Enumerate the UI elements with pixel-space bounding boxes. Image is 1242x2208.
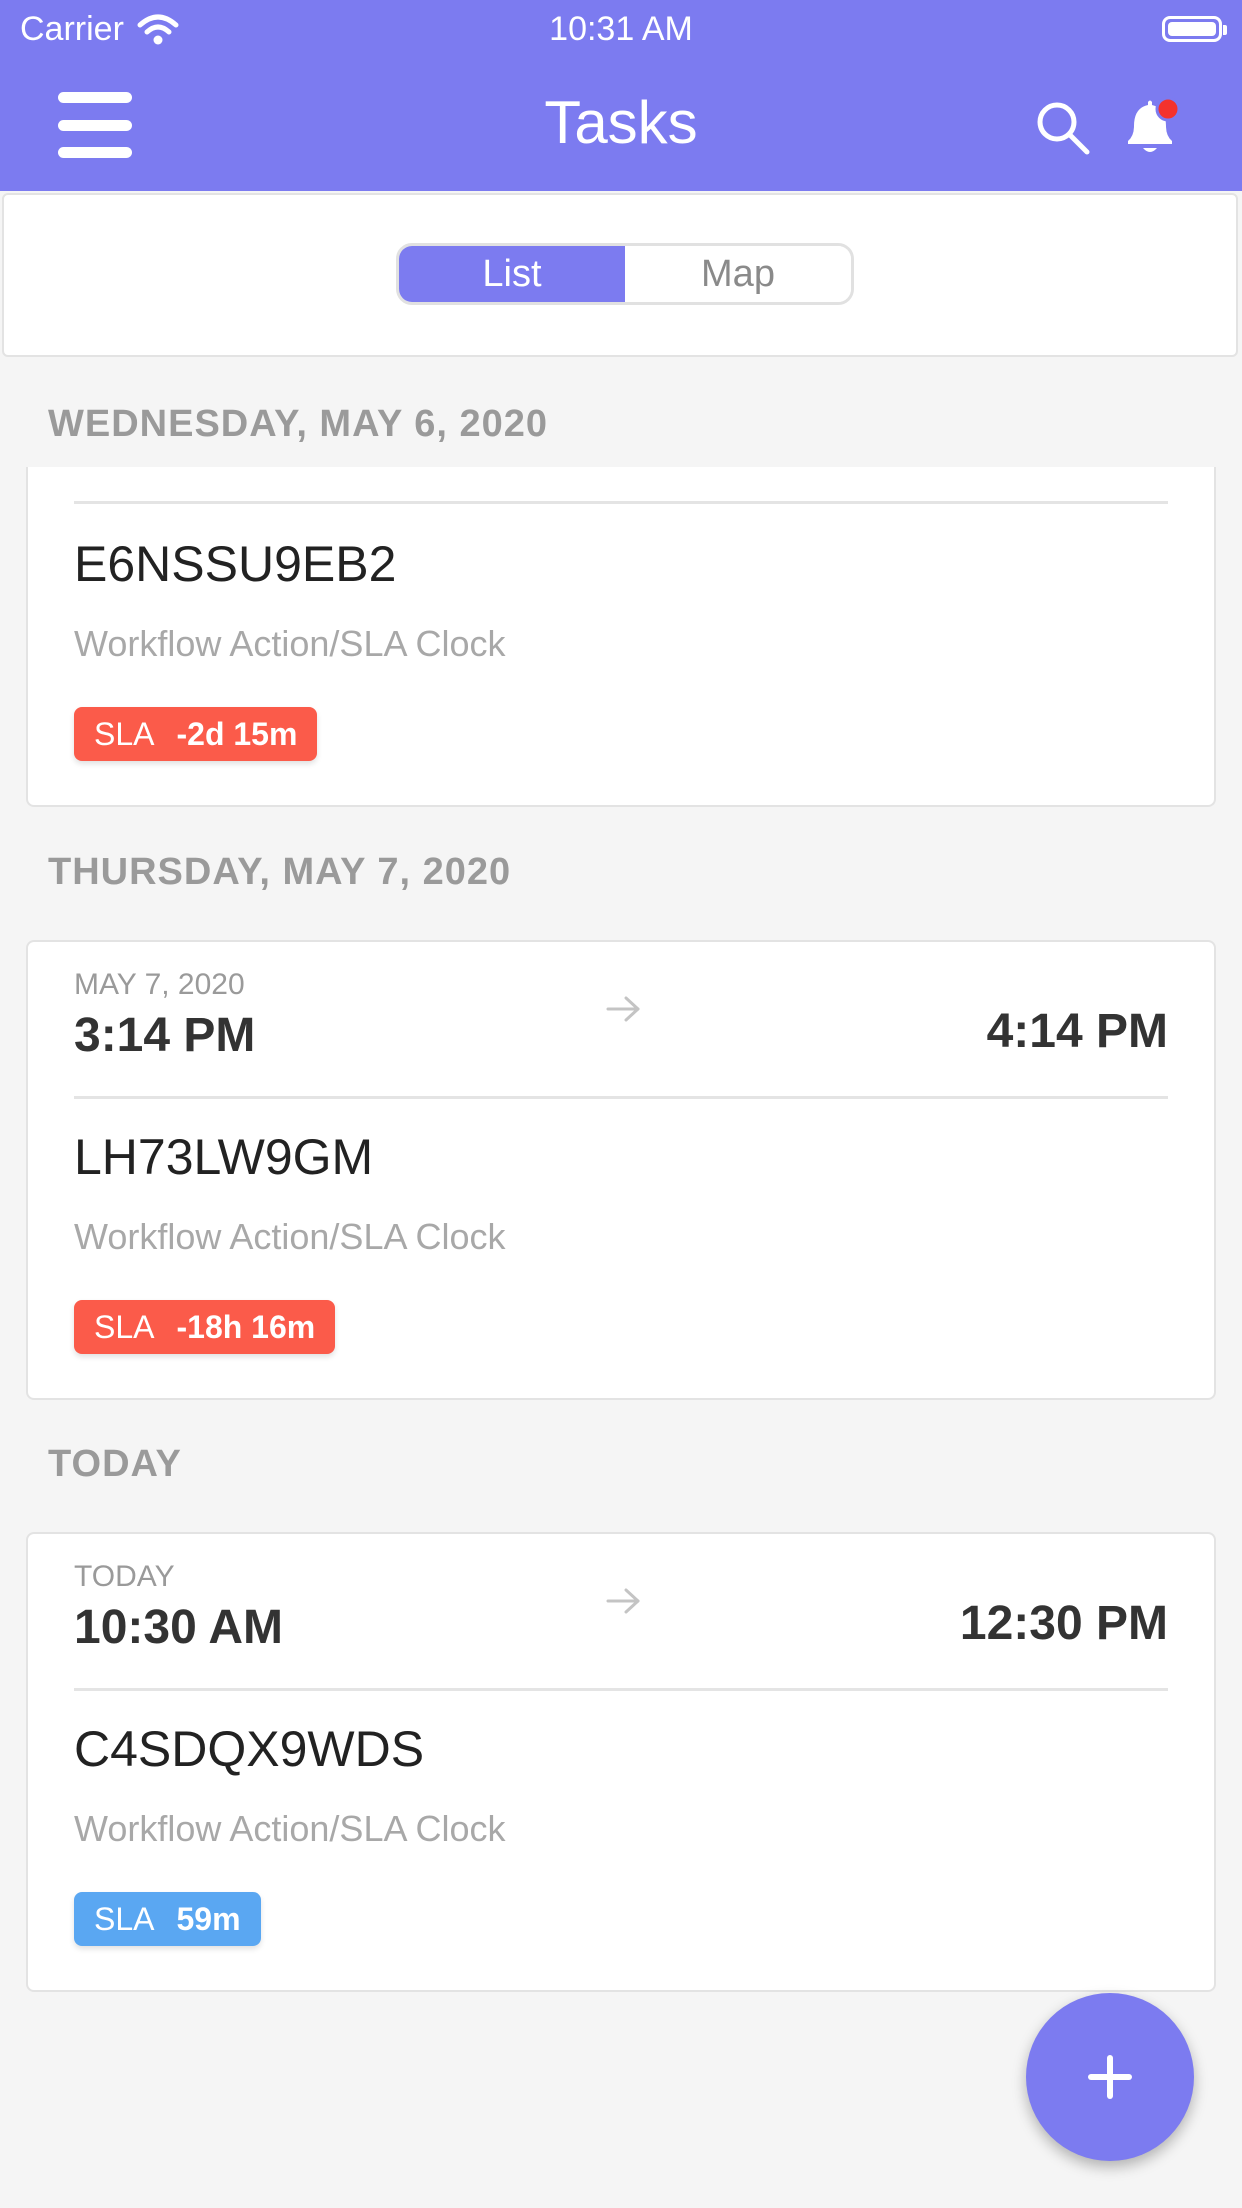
search-button[interactable] <box>1035 100 1091 156</box>
arrow-right-icon <box>606 996 640 1022</box>
add-task-button[interactable] <box>1026 1993 1194 2161</box>
task-card[interactable]: MAY 7, 2020 3:14 PM 4:14 PM LH73LW9GM Wo… <box>26 940 1216 1400</box>
sla-badge: SLA 59m <box>74 1892 261 1946</box>
task-id: C4SDQX9WDS <box>74 1721 425 1777</box>
sla-value: -18h 16m <box>176 1308 316 1345</box>
section-header: TODAY <box>48 1443 182 1485</box>
battery-icon <box>1162 16 1227 42</box>
arrow-right-icon <box>606 1588 640 1614</box>
end-time: 12:30 PM <box>959 1597 1168 1650</box>
divider <box>74 1688 1168 1691</box>
segment-list[interactable]: List <box>399 246 625 302</box>
section-header: WEDNESDAY, MAY 6, 2020 <box>48 403 549 445</box>
status-bar: Carrier 10:31 AM <box>0 0 1242 62</box>
task-description: Workflow Action/SLA Clock <box>74 1808 506 1849</box>
notification-dot <box>1155 96 1181 122</box>
task-card[interactable]: TODAY 10:30 AM 12:30 PM C4SDQX9WDS Workf… <box>26 1532 1216 1992</box>
start-time: 10:30 AM <box>74 1601 283 1654</box>
task-description: Workflow Action/SLA Clock <box>74 1216 506 1257</box>
task-id: LH73LW9GM <box>74 1129 374 1185</box>
sla-label: SLA <box>94 715 155 752</box>
task-date: TODAY <box>74 1560 175 1593</box>
app-header: Carrier 10:31 AM Tasks <box>0 0 1242 191</box>
sla-value: -2d 15m <box>176 715 298 752</box>
sla-label: SLA <box>94 1308 155 1345</box>
search-icon <box>1037 102 1090 155</box>
task-id: E6NSSU9EB2 <box>74 536 397 592</box>
section-header: THURSDAY, MAY 7, 2020 <box>48 851 512 893</box>
end-time: 4:14 PM <box>986 1005 1168 1058</box>
task-card[interactable]: E6NSSU9EB2 Workflow Action/SLA Clock SLA… <box>26 467 1216 807</box>
sla-value: 59m <box>176 1900 241 1937</box>
notifications-button[interactable] <box>1118 94 1188 160</box>
start-time: 3:14 PM <box>74 1009 256 1062</box>
segment-map[interactable]: Map <box>625 246 851 302</box>
task-date: MAY 7, 2020 <box>74 968 245 1001</box>
sla-badge: SLA -18h 16m <box>74 1300 336 1354</box>
list-map-segment: List Map <box>396 243 854 305</box>
status-time: 10:31 AM <box>549 10 693 48</box>
divider <box>74 501 1168 504</box>
view-toggle-panel: List Map <box>2 193 1238 357</box>
bell-icon <box>1128 96 1181 152</box>
task-description: Workflow Action/SLA Clock <box>74 623 506 664</box>
sla-badge: SLA -2d 15m <box>74 707 318 761</box>
divider <box>74 1096 1168 1099</box>
sla-label: SLA <box>94 1900 155 1937</box>
